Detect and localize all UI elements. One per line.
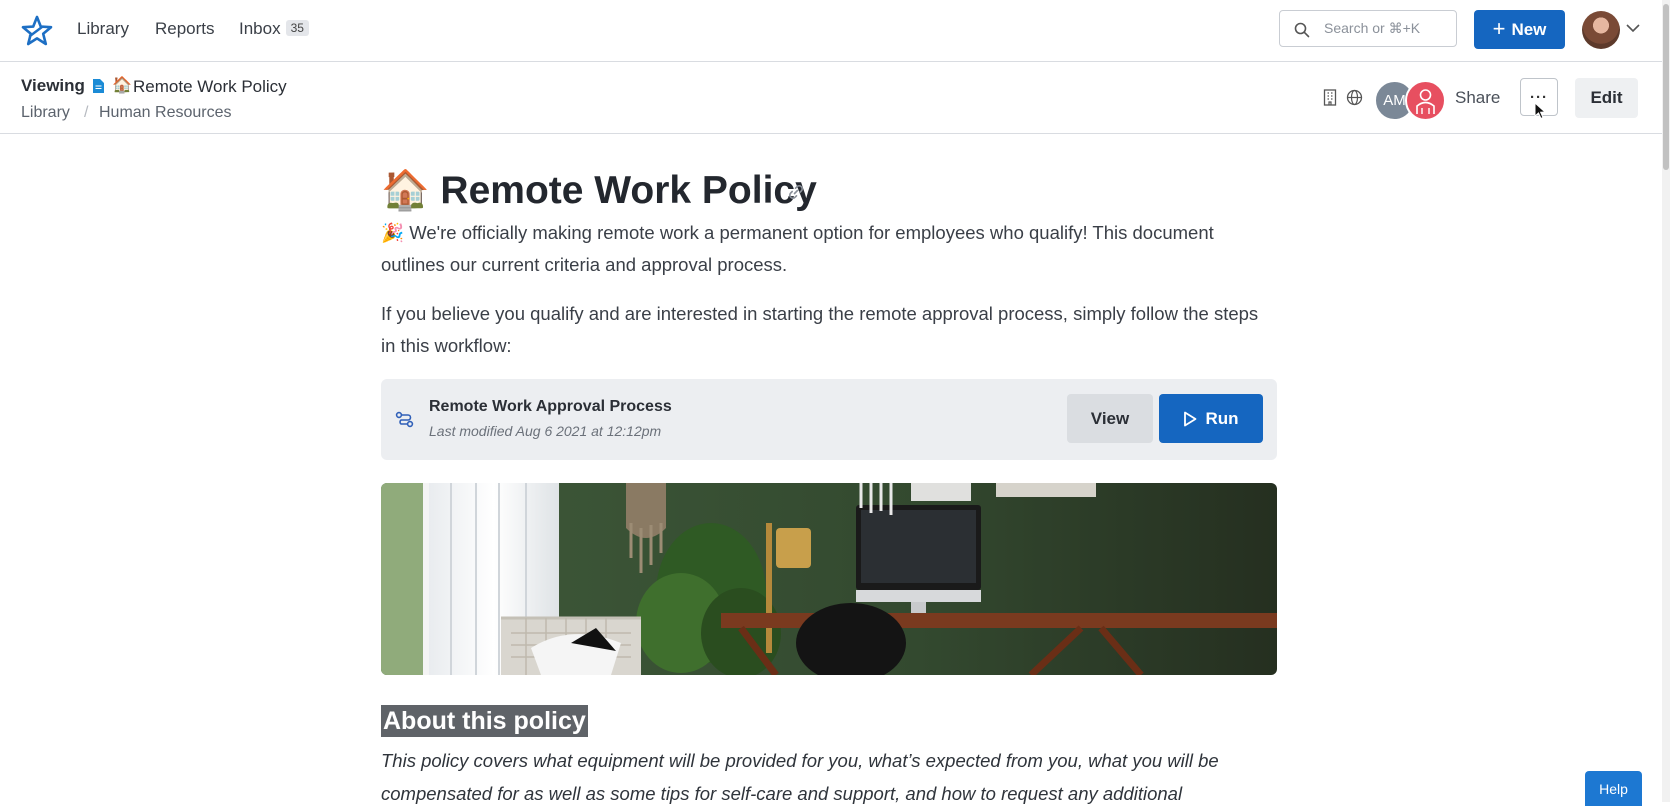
mouse-cursor-icon — [1534, 102, 1546, 120]
building-icon[interactable] — [1323, 89, 1337, 106]
about-policy-text: This policy covers what equipment will b… — [381, 750, 1219, 804]
party-emoji-icon: 🎉 — [381, 222, 405, 243]
link-icon[interactable] — [787, 183, 805, 201]
breadcrumb-library[interactable]: Library — [21, 104, 70, 122]
page-title: 🏠 Remote Work Policy — [381, 167, 817, 213]
globe-icon[interactable] — [1346, 89, 1363, 106]
document-icon — [93, 79, 104, 93]
search-icon — [1294, 22, 1310, 38]
home-office-hero-image — [381, 483, 1277, 675]
star-logo-icon[interactable] — [21, 15, 53, 47]
page-title-text: Remote Work Policy — [440, 169, 817, 212]
workflow-last-modified: Last modified Aug 6 2021 at 12:12pm — [429, 423, 662, 439]
nav-reports[interactable]: Reports — [155, 19, 215, 39]
house-emoji-icon: 🏠 — [112, 77, 132, 94]
run-label: Run — [1205, 408, 1239, 428]
chevron-down-icon[interactable] — [1626, 24, 1640, 33]
play-icon — [1184, 411, 1197, 426]
new-button[interactable]: + New — [1474, 10, 1565, 49]
intro-text: We're officially making remote work a pe… — [381, 222, 1214, 275]
help-button[interactable]: Help — [1585, 771, 1642, 806]
workflow-card[interactable]: Remote Work Approval Process Last modifi… — [381, 379, 1277, 460]
instructions-paragraph: If you believe you qualify and are inter… — [381, 303, 1259, 356]
plus-icon: + — [1492, 15, 1506, 41]
workflow-run-button[interactable]: Run — [1159, 394, 1263, 443]
breadcrumb-human-resources[interactable]: Human Resources — [99, 104, 232, 122]
top-navigation-bar: Library Reports Inbox35 + New — [0, 0, 1662, 62]
nav-inbox-label: Inbox — [239, 19, 281, 38]
title-house-emoji: 🏠 — [381, 169, 430, 212]
breadcrumb-separator: / — [84, 104, 89, 121]
scrollbar-thumb[interactable] — [1663, 4, 1669, 170]
nav-inbox[interactable]: Inbox 35 — [239, 19, 309, 39]
search-input[interactable] — [1322, 19, 1456, 37]
workflow-icon — [395, 411, 414, 428]
nav-library[interactable]: Library — [77, 19, 129, 39]
viewing-label: Viewing — [21, 76, 85, 95]
new-button-label: New — [1511, 19, 1547, 39]
header-document-title: Remote Work Policy — [133, 77, 287, 96]
share-button[interactable]: Share — [1455, 88, 1500, 108]
document-header: Viewing 🏠 Remote Work Policy Library / H… — [0, 62, 1662, 134]
user-avatar[interactable] — [1582, 11, 1620, 49]
about-policy-heading: About this policy — [381, 705, 588, 737]
intro-paragraph: 🎉 We're officially making remote work a … — [381, 217, 1261, 281]
workflow-view-button[interactable]: View — [1067, 394, 1153, 443]
group-avatar-icon[interactable] — [1405, 80, 1446, 121]
workflow-title[interactable]: Remote Work Approval Process — [429, 398, 672, 416]
inbox-count-badge: 35 — [285, 20, 309, 36]
search-box[interactable] — [1279, 10, 1457, 47]
edit-button[interactable]: Edit — [1575, 78, 1638, 118]
